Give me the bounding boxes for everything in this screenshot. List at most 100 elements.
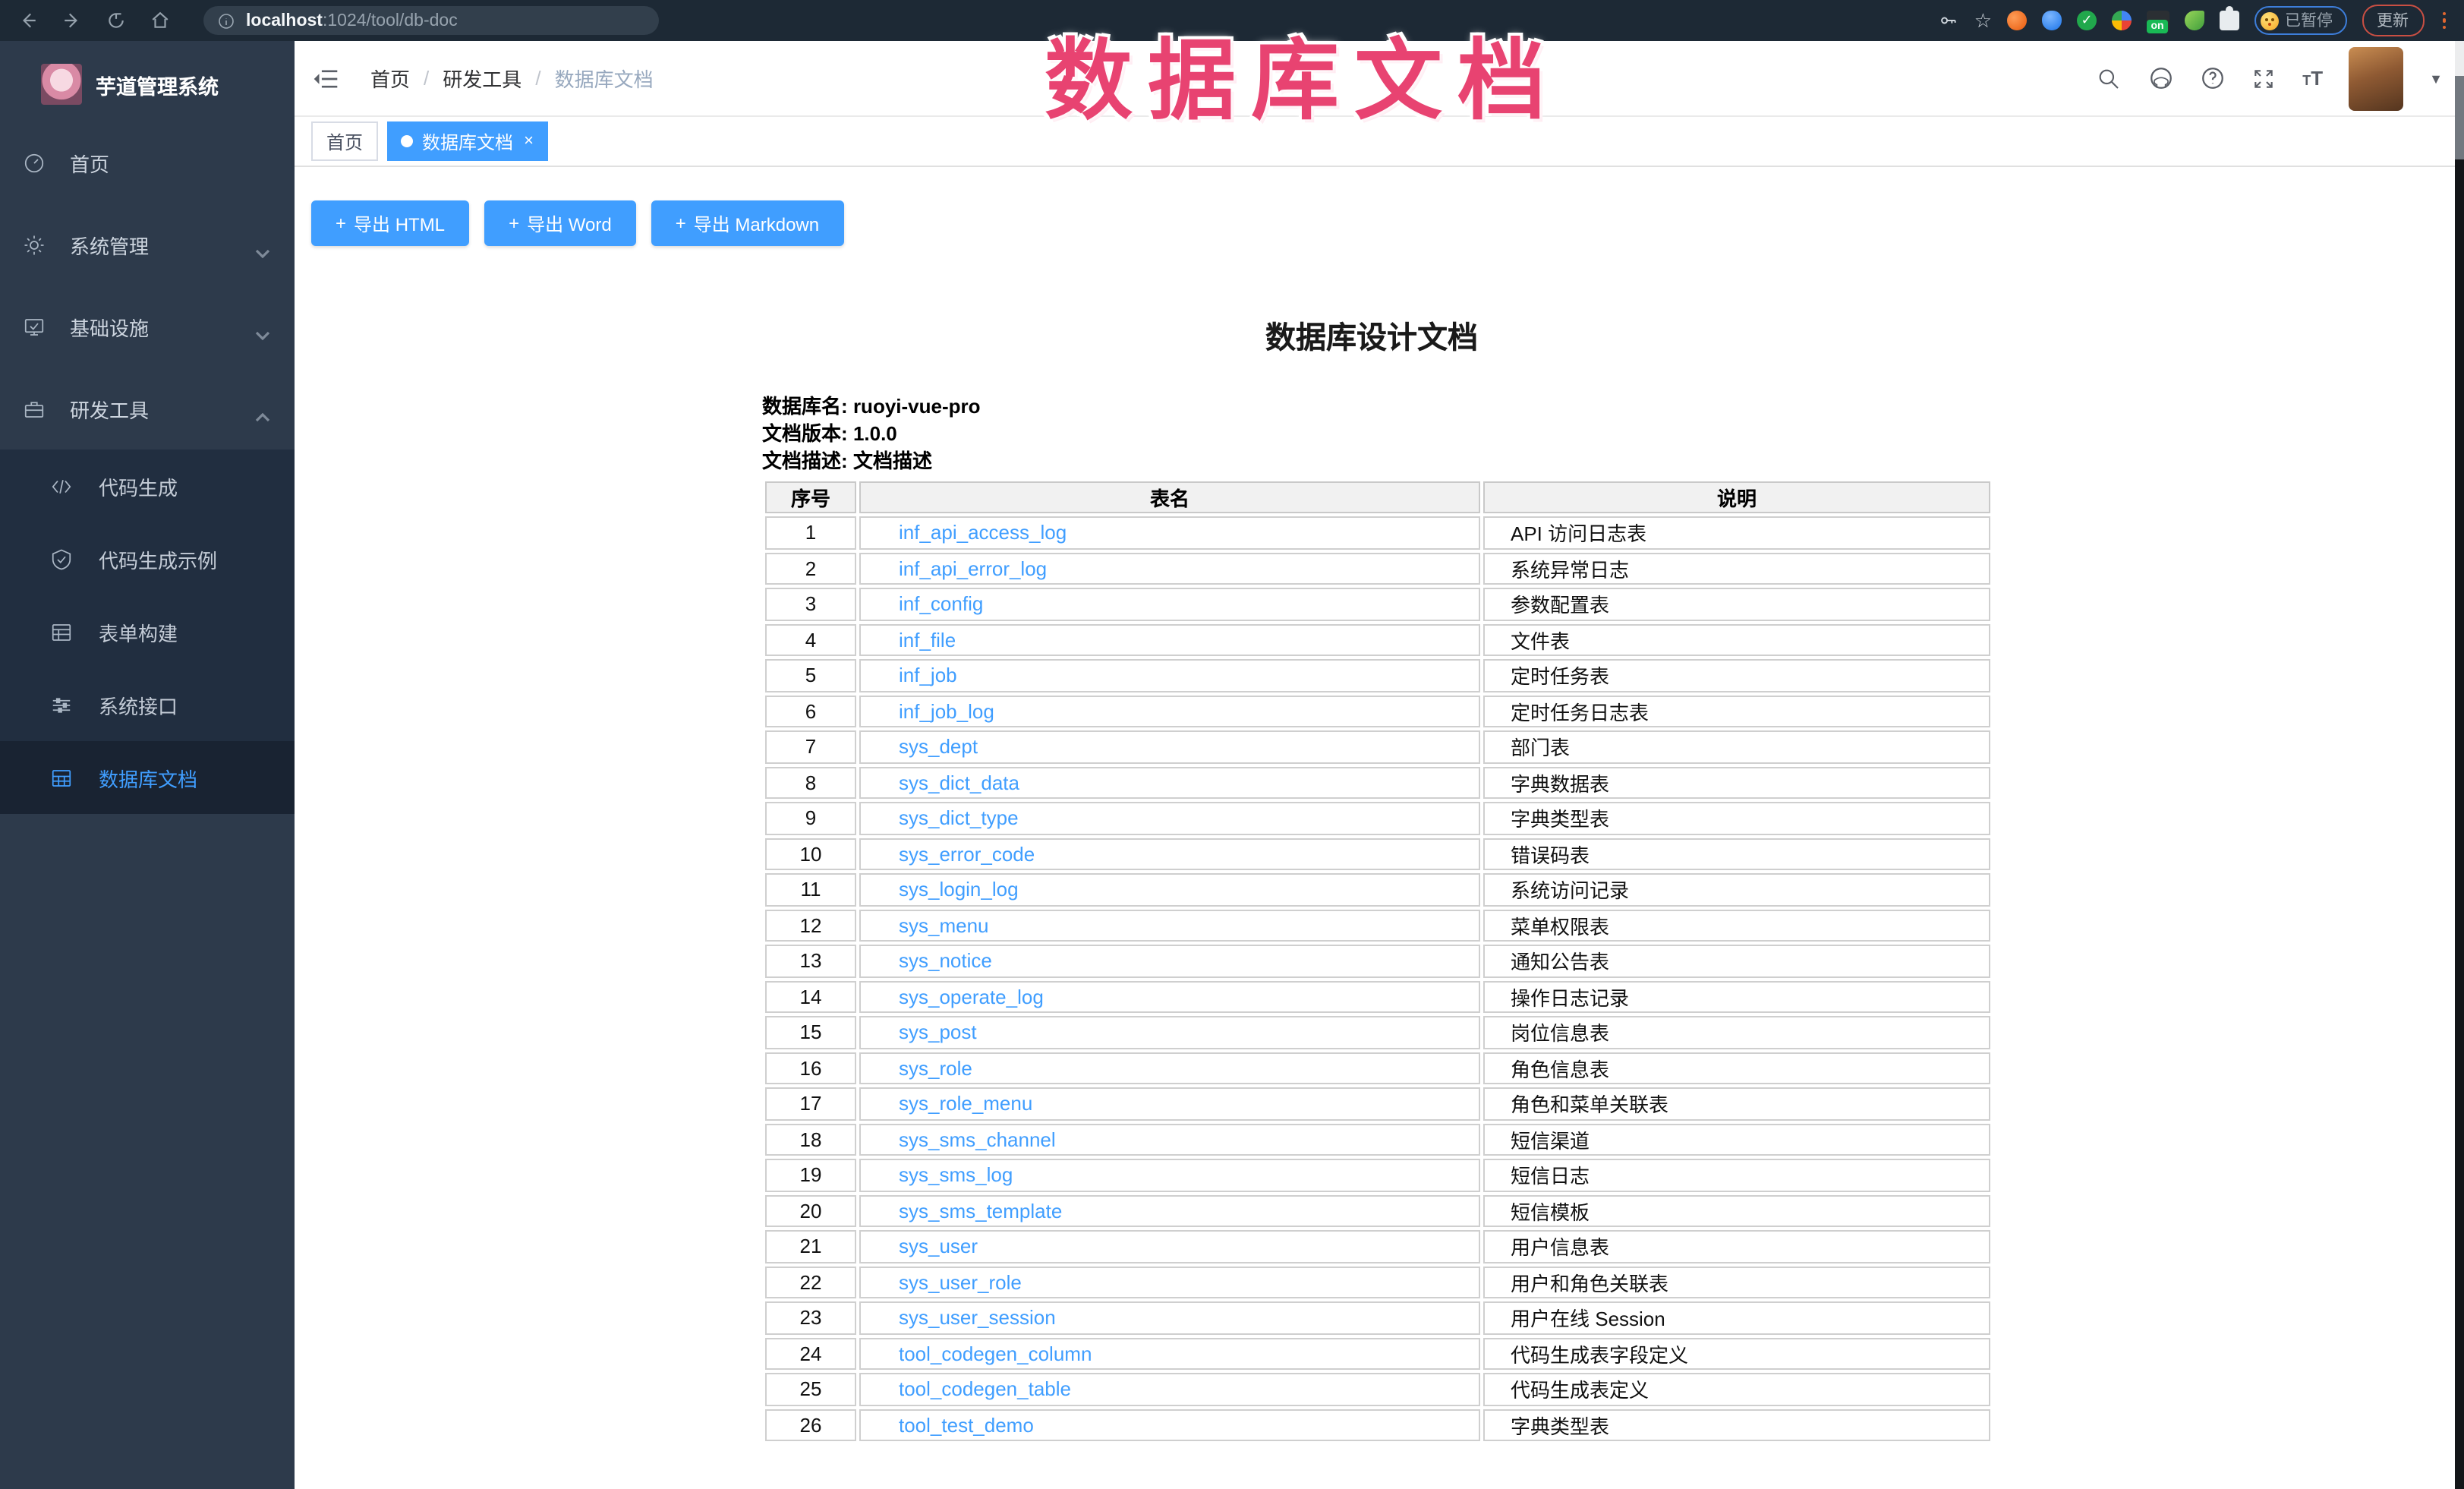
user-avatar[interactable] <box>2349 46 2403 110</box>
extensions-puzzle-icon[interactable] <box>2220 11 2239 30</box>
profile-paused-badge[interactable]: 已暂停 <box>2254 6 2346 35</box>
row-description: 系统访问记录 <box>1483 873 1990 906</box>
row-index: 17 <box>765 1087 856 1120</box>
table-name-link[interactable]: inf_api_error_log <box>899 557 1047 580</box>
table-name-link[interactable]: tool_codegen_column <box>899 1342 1092 1365</box>
form-icon <box>50 620 73 643</box>
chevron-down-icon <box>255 322 270 331</box>
sidebar-item-form-builder[interactable]: 表单构建 <box>0 595 295 668</box>
table-name-link[interactable]: sys_error_code <box>899 843 1035 866</box>
page-scrollbar[interactable] <box>2455 41 2464 1489</box>
sidebar-item-db-doc[interactable]: 数据库文档 <box>0 741 295 814</box>
address-bar[interactable]: localhost:1024/tool/db-doc <box>203 6 659 35</box>
table-row: 17sys_role_menu角色和菜单关联表 <box>765 1087 1990 1120</box>
app-logo-row[interactable]: 芋道管理系统 <box>0 41 295 108</box>
table-name-link[interactable]: sys_role_menu <box>899 1093 1032 1115</box>
table-name-link[interactable]: sys_user_session <box>899 1307 1056 1330</box>
help-icon[interactable] <box>2199 65 2225 91</box>
row-description: 短信渠道 <box>1483 1123 1990 1156</box>
profile-emoji-icon <box>2261 11 2279 30</box>
breadcrumb-devtools[interactable]: 研发工具 <box>443 64 521 93</box>
table-name-link[interactable]: sys_dict_data <box>899 771 1019 794</box>
scrollbar-thumb[interactable] <box>2455 159 2464 1489</box>
bookmark-star-icon[interactable]: ☆ <box>1974 11 1992 30</box>
export-markdown-button[interactable]: + 导出 Markdown <box>651 200 843 246</box>
table-name-link[interactable]: inf_job_log <box>899 700 994 723</box>
table-name-link[interactable]: inf_config <box>899 593 983 616</box>
github-icon[interactable] <box>2147 65 2173 91</box>
table-row: 5inf_job定时任务表 <box>765 659 1990 692</box>
sidebar-item-codegen-example[interactable]: 代码生成示例 <box>0 522 295 595</box>
table-name-link[interactable]: sys_role <box>899 1057 972 1080</box>
sidebar-item-system[interactable]: 系统管理 <box>0 203 295 285</box>
sidebar-item-devtools[interactable]: 研发工具 <box>0 368 295 450</box>
tab-home[interactable]: 首页 <box>311 121 378 161</box>
table-row: 22sys_user_role用户和角色关联表 <box>765 1266 1990 1298</box>
search-icon[interactable] <box>2096 65 2122 91</box>
row-table-name-cell: sys_error_code <box>859 838 1480 870</box>
table-name-link[interactable]: sys_sms_channel <box>899 1128 1056 1151</box>
update-button[interactable]: 更新 <box>2362 5 2424 36</box>
gear-icon <box>23 233 46 256</box>
table-name-link[interactable]: sys_user <box>899 1235 978 1258</box>
breadcrumb-home[interactable]: 首页 <box>370 64 410 93</box>
table-row: 3inf_config参数配置表 <box>765 588 1990 620</box>
row-description: 定时任务日志表 <box>1483 695 1990 727</box>
table-name-link[interactable]: tool_test_demo <box>899 1414 1034 1437</box>
chevron-down-icon[interactable]: ▼ <box>2429 71 2443 86</box>
table-name-link[interactable]: sys_dept <box>899 736 978 759</box>
table-row: 20sys_sms_template短信模板 <box>765 1194 1990 1227</box>
close-icon[interactable]: × <box>524 133 534 150</box>
table-name-link[interactable]: sys_notice <box>899 950 992 973</box>
table-name-link[interactable]: sys_menu <box>899 914 989 937</box>
table-name-link[interactable]: sys_dict_type <box>899 807 1019 830</box>
scrollbar-thumb-top[interactable] <box>2455 76 2464 159</box>
fullscreen-icon[interactable] <box>2251 65 2277 91</box>
sidebar-collapse-icon[interactable] <box>313 68 339 89</box>
orange-extension-icon[interactable] <box>2007 11 2027 30</box>
row-index: 24 <box>765 1337 856 1370</box>
sidebar-item-codegen[interactable]: 代码生成 <box>0 450 295 522</box>
export-word-button[interactable]: + 导出 Word <box>484 200 636 246</box>
row-index: 22 <box>765 1266 856 1298</box>
briefcase-icon <box>23 397 46 420</box>
multicolor-extension-icon[interactable] <box>2112 11 2132 30</box>
browser-menu-icon[interactable] <box>2439 12 2449 30</box>
sidebar-item-infra[interactable]: 基础设施 <box>0 285 295 368</box>
sidebar-item-home[interactable]: 首页 <box>0 121 295 203</box>
shield-check-icon <box>50 547 73 570</box>
blue-drop-extension-icon[interactable] <box>2042 11 2062 30</box>
table-name-link[interactable]: tool_codegen_table <box>899 1378 1071 1401</box>
table-name-link[interactable]: inf_file <box>899 629 956 651</box>
row-table-name-cell: sys_role_menu <box>859 1087 1480 1120</box>
password-key-icon[interactable] <box>1938 10 1959 31</box>
green-leaf-extension-icon[interactable] <box>2185 11 2204 30</box>
row-index: 2 <box>765 552 856 585</box>
table-name-link[interactable]: sys_post <box>899 1021 977 1044</box>
table-row: 1 inf_api_access_log API 访问日志表 <box>765 516 1990 549</box>
home-icon[interactable] <box>147 8 173 33</box>
reload-icon[interactable] <box>103 8 129 33</box>
font-size-icon[interactable]: TT <box>2302 68 2323 88</box>
on-badge-extension-icon[interactable]: on <box>2147 10 2169 31</box>
table-name-link[interactable]: sys_sms_log <box>899 1164 1013 1187</box>
table-name-link[interactable]: sys_operate_log <box>899 986 1044 1008</box>
tab-db-doc[interactable]: 数据库文档 × <box>387 121 549 161</box>
row-index: 1 <box>765 516 856 549</box>
meta-db-name: 数据库名: ruoyi-vue-pro <box>762 393 1981 421</box>
back-icon[interactable] <box>15 8 41 33</box>
row-description: 通知公告表 <box>1483 945 1990 977</box>
plus-icon: + <box>676 213 686 234</box>
screenshot-stage: localhost:1024/tool/db-doc ☆ on 已暂停 更新 <box>0 0 2464 1489</box>
row-description: API 访问日志表 <box>1483 516 1990 549</box>
table-name-link[interactable]: sys_user_role <box>899 1271 1022 1294</box>
table-name-link[interactable]: sys_sms_template <box>899 1200 1062 1222</box>
table-name-link[interactable]: inf_job <box>899 664 957 687</box>
export-html-button[interactable]: + 导出 HTML <box>311 200 469 246</box>
green-check-extension-icon[interactable] <box>2077 11 2097 30</box>
sidebar-item-system-api[interactable]: 系统接口 <box>0 668 295 741</box>
table-name-link[interactable]: inf_api_access_log <box>899 522 1067 544</box>
table-name-link[interactable]: sys_login_log <box>899 879 1019 901</box>
row-table-name-cell: sys_login_log <box>859 873 1480 906</box>
forward-icon[interactable] <box>59 8 85 33</box>
